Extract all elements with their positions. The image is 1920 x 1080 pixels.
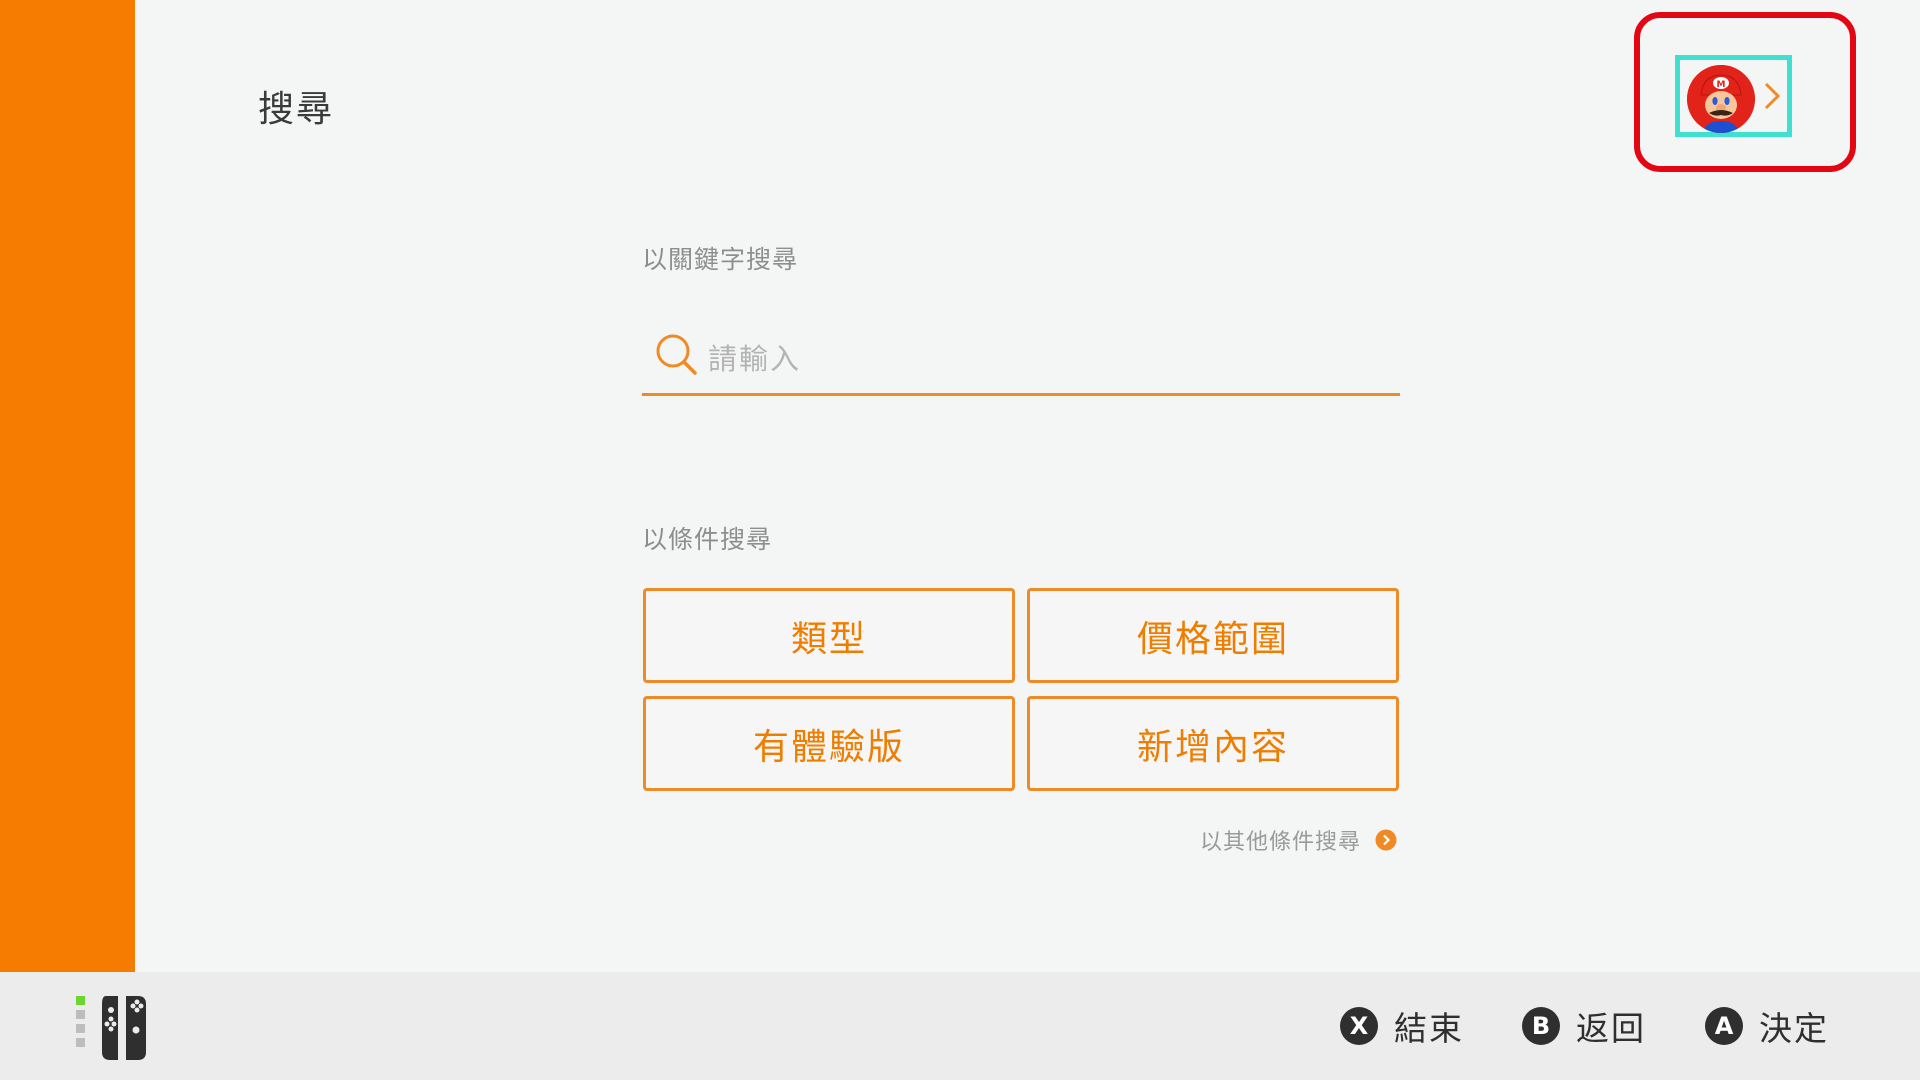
search-icon xyxy=(656,334,697,375)
condition-search-label: 以條件搜尋 xyxy=(642,525,773,554)
a-button-icon: A xyxy=(1705,1007,1743,1045)
confirm-label: 決定 xyxy=(1759,1009,1829,1048)
close-label: 結束 xyxy=(1394,1009,1464,1048)
account-button[interactable]: M xyxy=(1675,55,1792,137)
search-placeholder: 請輸入 xyxy=(708,342,802,376)
arrow-circle-icon xyxy=(1375,829,1397,851)
joycon-controller-icon xyxy=(76,996,146,1060)
back-label: 返回 xyxy=(1576,1009,1646,1048)
chevron-right-icon xyxy=(1764,82,1781,110)
svg-text:M: M xyxy=(1717,80,1726,90)
orange-side-bar xyxy=(0,0,135,972)
other-conditions-label: 以其他條件搜尋 xyxy=(1200,830,1362,855)
keyword-search-label: 以關鍵字搜尋 xyxy=(642,245,799,274)
new-dlc-button[interactable]: 新增內容 xyxy=(1027,696,1399,791)
b-button-icon: B xyxy=(1522,1007,1560,1045)
eshop-search-screen: 搜尋 M 以關鍵字搜尋 請輸入 以條件搜尋 類型 價格範圍 有體驗版 新增內容 … xyxy=(0,0,1920,1080)
bottom-bar: X 結束 B 返回 A 決定 xyxy=(0,972,1920,1080)
search-input[interactable]: 請輸入 xyxy=(642,318,1400,396)
close-hint[interactable]: X 結束 xyxy=(1340,1004,1464,1048)
mario-avatar-icon: M xyxy=(1687,65,1755,133)
confirm-hint[interactable]: A 決定 xyxy=(1705,1004,1829,1048)
genre-button[interactable]: 類型 xyxy=(643,588,1015,683)
page-title: 搜尋 xyxy=(258,89,335,130)
back-hint[interactable]: B 返回 xyxy=(1522,1004,1646,1048)
price-range-button[interactable]: 價格範圍 xyxy=(1027,588,1399,683)
has-demo-button[interactable]: 有體驗版 xyxy=(643,696,1015,791)
x-button-icon: X xyxy=(1340,1007,1378,1045)
other-conditions-link[interactable]: 以其他條件搜尋 xyxy=(1200,822,1397,858)
